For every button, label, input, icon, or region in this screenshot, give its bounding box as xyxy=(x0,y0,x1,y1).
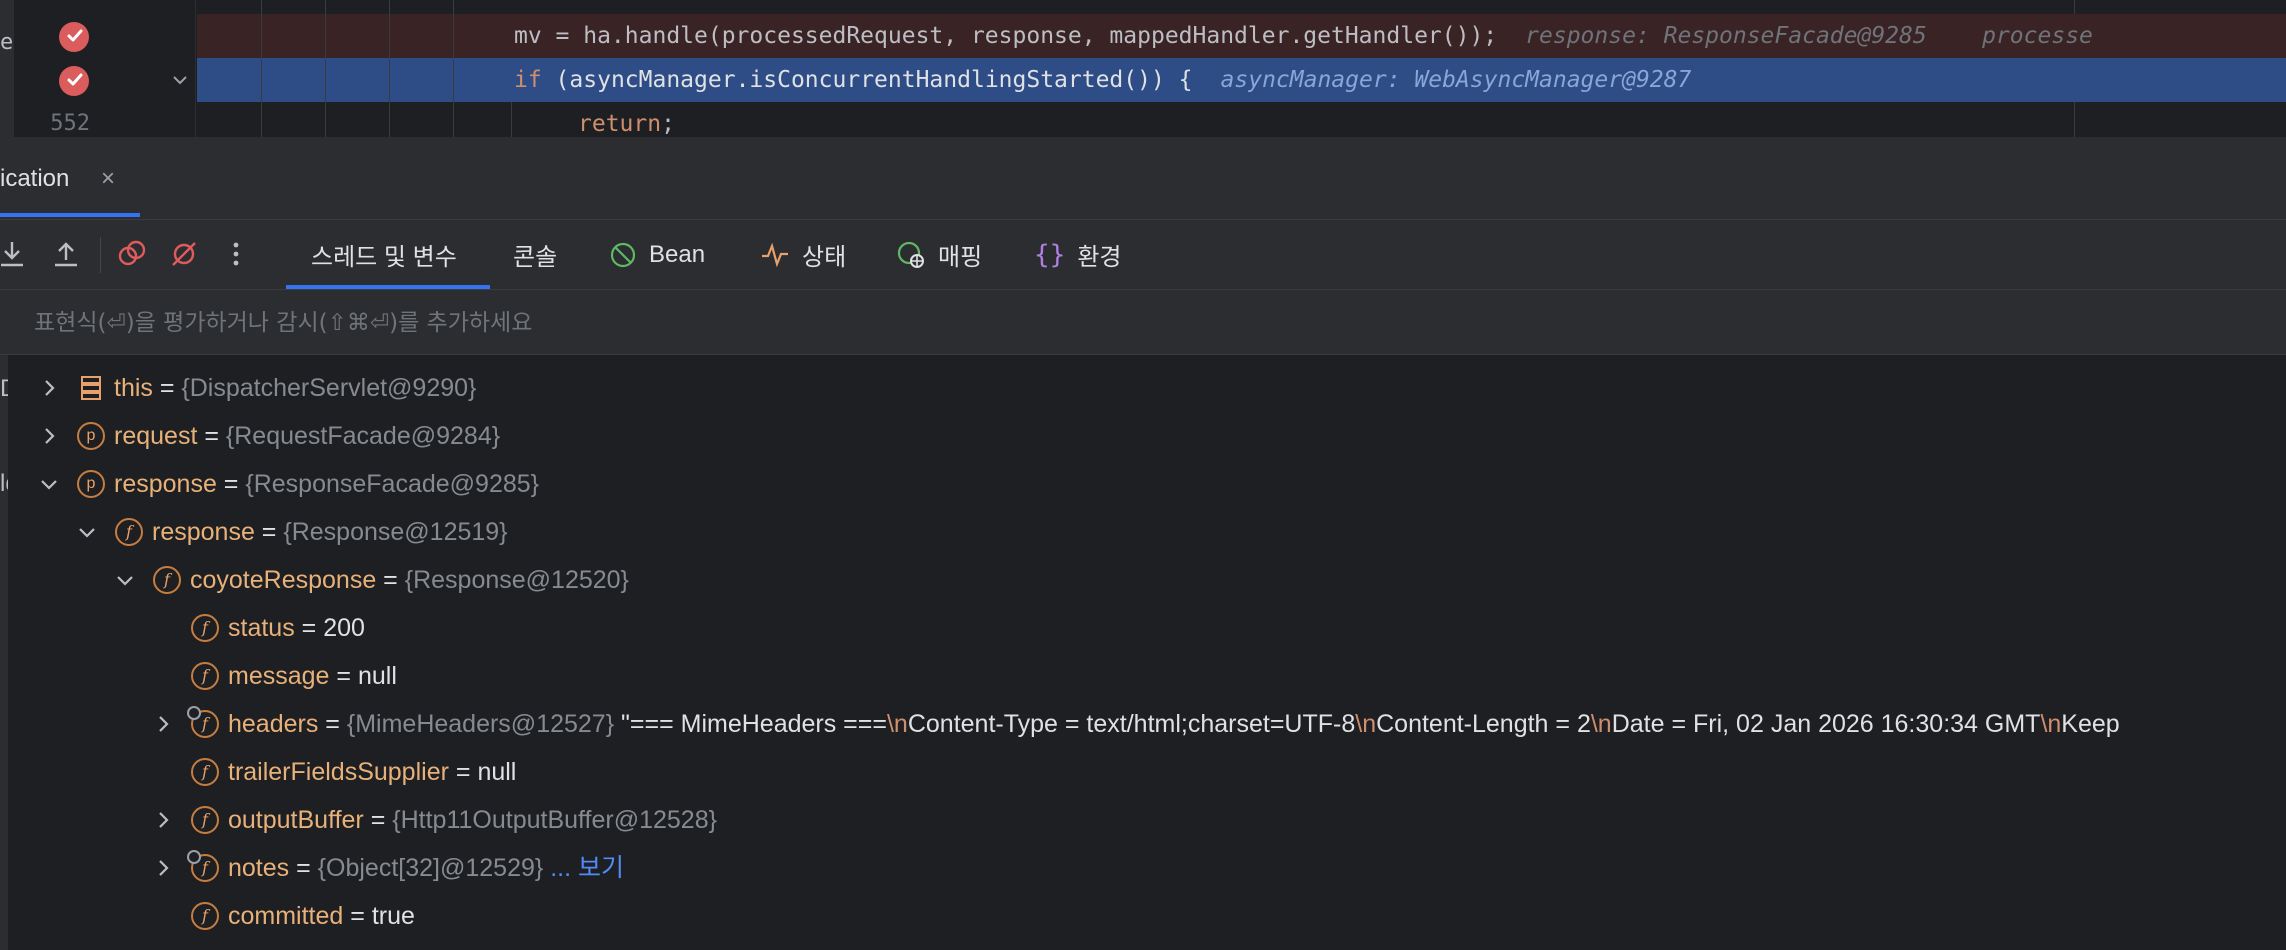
indent-guide xyxy=(511,102,512,137)
code-text: return; xyxy=(578,111,675,137)
chevron-right-icon[interactable] xyxy=(151,712,175,736)
tab-health[interactable]: 상태 xyxy=(760,220,846,289)
view-breakpoints-icon[interactable] xyxy=(116,238,148,270)
tab-threads-variables[interactable]: 스레드 및 변수 xyxy=(311,220,457,289)
variable-text: notes = {Object[32]@12529} ... 보기 xyxy=(228,854,624,882)
bean-icon xyxy=(609,241,637,269)
variable-row[interactable]: f committed = true xyxy=(0,892,2286,940)
mute-breakpoints-icon[interactable] xyxy=(168,238,200,270)
variable-text: this = {DispatcherServlet@9290} xyxy=(114,374,477,402)
field-icon: f xyxy=(191,758,219,786)
health-icon xyxy=(760,241,790,269)
variable-row[interactable]: f notes = {Object[32]@12529} ... 보기 xyxy=(0,844,2286,892)
chevron-down-icon[interactable] xyxy=(37,472,61,496)
code-text: if (asyncManager.isConcurrentHandlingSta… xyxy=(514,67,1692,93)
variables-tree[interactable]: D this = {DispatcherServlet@9290} p requ… xyxy=(0,355,2286,950)
variable-row[interactable]: f trailerFieldsSupplier = null xyxy=(0,748,2286,796)
evaluate-expression-input[interactable] xyxy=(32,290,2236,356)
variable-text: trailerFieldsSupplier = null xyxy=(228,758,517,786)
more-options-icon[interactable] xyxy=(220,238,252,270)
variable-text: coyoteResponse = {Response@12520} xyxy=(190,566,629,594)
view-more-link[interactable]: ... 보기 xyxy=(550,854,624,882)
variable-row[interactable]: f headers = {MimeHeaders@12527} "=== Mim… xyxy=(0,700,2286,748)
code-line-breakpoint[interactable]: mv = ha.handle(processedRequest, respons… xyxy=(0,14,2286,58)
field-icon: f xyxy=(191,806,219,834)
debug-tool-window-header: ication × xyxy=(0,137,2286,220)
indent-guide xyxy=(325,0,326,137)
toolbar-separator xyxy=(100,237,101,273)
field-icon: f xyxy=(153,566,181,594)
mapping-icon xyxy=(896,240,926,270)
tab-bean[interactable]: Bean xyxy=(609,220,705,289)
parameter-icon: p xyxy=(77,470,105,498)
variable-text: response = {ResponseFacade@9285} xyxy=(114,470,540,498)
field-locked-icon: f xyxy=(187,706,219,738)
this-icon xyxy=(77,374,105,402)
indent-guide xyxy=(453,0,454,137)
chevron-down-icon[interactable] xyxy=(75,520,99,544)
inline-debug-value: response: ResponseFacade@9285 processe xyxy=(1525,23,2093,49)
code-text: mv = ha.handle(processedRequest, respons… xyxy=(514,23,2093,49)
variable-row[interactable]: f status = 200 xyxy=(0,604,2286,652)
step-out-icon[interactable] xyxy=(50,238,82,270)
variable-row[interactable]: p request = {RequestFacade@9284} xyxy=(0,412,2286,460)
inline-debug-value: asyncManager: WebAsyncManager@9287 xyxy=(1220,67,1692,93)
breakpoint-icon[interactable] xyxy=(59,66,89,96)
variable-row[interactable]: this = {DispatcherServlet@9290} xyxy=(0,364,2286,412)
code-editor[interactable]: ex mv = ha.handle(processedRequest, resp… xyxy=(0,0,2286,137)
code-line[interactable]: 552 return; xyxy=(0,102,2286,137)
debug-toolbar: 스레드 및 변수 콘솔 Bean 상태 매핑 {} 환경 xyxy=(0,220,2286,289)
fold-chevron-icon[interactable] xyxy=(170,70,190,95)
field-icon: f xyxy=(191,614,219,642)
parameter-icon: p xyxy=(77,422,105,450)
variable-text: headers = {MimeHeaders@12527} "=== MimeH… xyxy=(228,710,2120,738)
field-icon: f xyxy=(115,518,143,546)
variable-row[interactable]: f outputBuffer = {Http11OutputBuffer@125… xyxy=(0,796,2286,844)
variable-text: response = {Response@12519} xyxy=(152,518,508,546)
chevron-right-icon[interactable] xyxy=(151,856,175,880)
field-icon: f xyxy=(191,902,219,930)
variable-row[interactable]: f message = null xyxy=(0,652,2286,700)
left-fragment: ld xyxy=(0,470,8,497)
variable-row[interactable]: ld p response = {ResponseFacade@9285} xyxy=(0,460,2286,508)
indent-guide xyxy=(261,0,262,137)
variable-text: message = null xyxy=(228,662,397,690)
variable-text: committed = true xyxy=(228,902,415,930)
variable-text: outputBuffer = {Http11OutputBuffer@12528… xyxy=(228,806,717,834)
chevron-right-icon[interactable] xyxy=(37,376,61,400)
evaluate-expression-bar xyxy=(0,289,2286,356)
variable-row[interactable]: f response = {Response@12519} xyxy=(0,508,2286,556)
line-number: 552 xyxy=(50,111,90,136)
variable-row[interactable]: f coyoteResponse = {Response@12520} xyxy=(0,556,2286,604)
chevron-right-icon[interactable] xyxy=(151,808,175,832)
tab-console[interactable]: 콘솔 xyxy=(513,220,557,289)
active-tab-indicator xyxy=(0,213,140,217)
environment-icon: {} xyxy=(1034,239,1066,270)
close-icon[interactable]: × xyxy=(101,165,115,193)
field-icon: f xyxy=(191,662,219,690)
debug-session-label: ication xyxy=(0,165,70,192)
tab-mappings[interactable]: 매핑 xyxy=(896,220,982,289)
chevron-down-icon[interactable] xyxy=(113,568,137,592)
breakpoint-icon[interactable] xyxy=(59,22,89,52)
tab-environment[interactable]: {} 환경 xyxy=(1034,220,1121,289)
step-into-icon[interactable] xyxy=(0,238,28,270)
field-locked-icon: f xyxy=(187,850,219,882)
indent-guide xyxy=(389,0,390,137)
chevron-right-icon[interactable] xyxy=(37,424,61,448)
variable-text: request = {RequestFacade@9284} xyxy=(114,422,501,450)
variable-text: status = 200 xyxy=(228,614,365,642)
code-line-current-execution[interactable]: if (asyncManager.isConcurrentHandlingSta… xyxy=(0,58,2286,102)
